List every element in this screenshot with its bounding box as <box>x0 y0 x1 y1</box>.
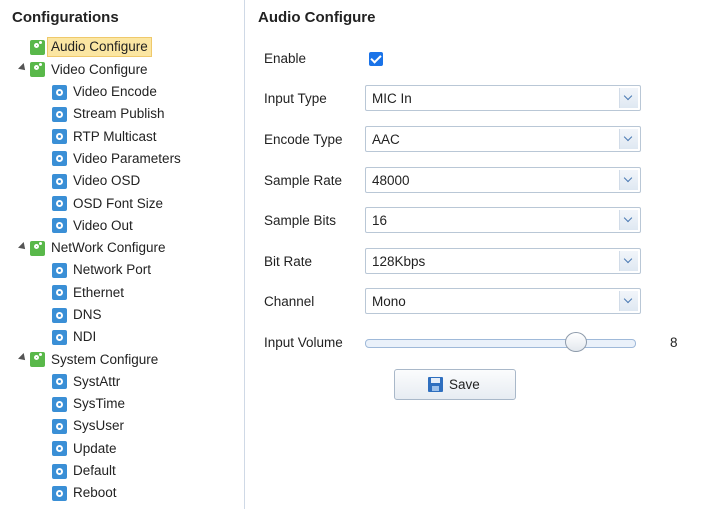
expand-toggle-icon[interactable] <box>18 241 28 252</box>
tree-item-stream-publish[interactable]: Stream Publish <box>0 103 244 125</box>
encode-type-label: Encode Type <box>264 132 343 147</box>
sample-rate-value: 48000 <box>372 173 410 188</box>
bit-rate-label: Bit Rate <box>264 254 313 269</box>
save-button[interactable]: Save <box>394 369 516 400</box>
sidebar-title: Configurations <box>12 9 119 26</box>
config-sidebar: Configurations Audio Configure Video Con… <box>0 0 245 509</box>
tree-item-system-configure[interactable]: System Configure <box>0 348 244 370</box>
input-volume-row: Input Volume 8 <box>264 329 704 357</box>
encode-type-value: AAC <box>372 132 400 147</box>
volume-slider-thumb[interactable] <box>565 332 587 352</box>
config-tree: Audio Configure Video Configure Video En… <box>0 36 244 504</box>
settings-gear-icon <box>52 285 67 301</box>
input-type-value: MIC In <box>372 91 412 106</box>
sample-bits-label: Sample Bits <box>264 213 337 228</box>
tree-item-systattr[interactable]: SystAttr <box>0 370 244 392</box>
save-label: Save <box>449 377 480 392</box>
chevron-down-icon[interactable] <box>619 210 638 230</box>
tree-item-video-out[interactable]: Video Out <box>0 214 244 236</box>
settings-gear-icon <box>52 84 67 100</box>
tree-item-default[interactable]: Default <box>0 460 244 482</box>
settings-gear-icon <box>52 396 67 412</box>
chevron-down-icon[interactable] <box>619 291 638 311</box>
enable-checkbox[interactable] <box>369 52 383 66</box>
input-type-select[interactable]: MIC In <box>365 85 641 111</box>
config-gear-icon <box>30 62 45 78</box>
tree-item-video-osd[interactable]: Video OSD <box>0 170 244 192</box>
settings-gear-icon <box>52 485 67 501</box>
save-disk-icon <box>428 377 443 392</box>
chevron-down-icon[interactable] <box>619 129 638 149</box>
encode-type-select[interactable]: AAC <box>365 126 641 152</box>
tree-item-video-configure[interactable]: Video Configure <box>0 58 244 80</box>
tree-item-network-configure[interactable]: NetWork Configure <box>0 237 244 259</box>
tree-item-video-parameters[interactable]: Video Parameters <box>0 147 244 169</box>
sample-bits-value: 16 <box>372 213 388 228</box>
tree-item-audio-configure[interactable]: Audio Configure <box>0 36 244 58</box>
settings-gear-icon <box>52 418 67 434</box>
config-gear-icon <box>30 39 45 55</box>
config-gear-icon <box>30 240 45 256</box>
page-title: Audio Configure <box>258 9 376 26</box>
tree-item-sysuser[interactable]: SysUser <box>0 415 244 437</box>
input-type-label: Input Type <box>264 91 327 106</box>
expand-toggle-icon[interactable] <box>18 63 28 74</box>
tree-item-reboot[interactable]: Reboot <box>0 482 244 504</box>
settings-gear-icon <box>52 129 67 145</box>
settings-gear-icon <box>52 329 67 345</box>
tree-item-osd-font-size[interactable]: OSD Font Size <box>0 192 244 214</box>
volume-slider-track[interactable] <box>365 339 636 348</box>
channel-value: Mono <box>372 294 406 309</box>
sample-bits-select[interactable]: 16 <box>365 207 641 233</box>
settings-gear-icon <box>52 441 67 457</box>
tree-item-update[interactable]: Update <box>0 437 244 459</box>
settings-gear-icon <box>52 307 67 323</box>
settings-gear-icon <box>52 151 67 167</box>
bit-rate-value: 128Kbps <box>372 254 426 269</box>
tree-item-rtp-multicast[interactable]: RTP Multicast <box>0 125 244 147</box>
channel-label: Channel <box>264 294 315 309</box>
expand-toggle-icon[interactable] <box>18 353 28 364</box>
tree-item-ethernet[interactable]: Ethernet <box>0 281 244 303</box>
volume-value: 8 <box>670 335 678 350</box>
bit-rate-select[interactable]: 128Kbps <box>365 248 641 274</box>
settings-gear-icon <box>52 173 67 189</box>
tree-item-network-port[interactable]: Network Port <box>0 259 244 281</box>
chevron-down-icon[interactable] <box>619 170 638 190</box>
config-gear-icon <box>30 352 45 368</box>
settings-gear-icon <box>52 218 67 234</box>
tree-item-dns[interactable]: DNS <box>0 304 244 326</box>
chevron-down-icon[interactable] <box>619 251 638 271</box>
settings-gear-icon <box>52 196 67 212</box>
tree-item-ndi[interactable]: NDI <box>0 326 244 348</box>
input-volume-label: Input Volume <box>264 335 343 350</box>
settings-gear-icon <box>52 374 67 390</box>
tree-item-video-encode[interactable]: Video Encode <box>0 81 244 103</box>
tree-item-systime[interactable]: SysTime <box>0 393 244 415</box>
settings-gear-icon <box>52 106 67 122</box>
sample-rate-select[interactable]: 48000 <box>365 167 641 193</box>
enable-label: Enable <box>264 51 307 66</box>
sample-rate-label: Sample Rate <box>264 173 343 188</box>
channel-select[interactable]: Mono <box>365 288 641 314</box>
settings-gear-icon <box>52 463 67 479</box>
audio-config-panel: Audio Configure Enable Input Type MIC In… <box>246 0 712 509</box>
settings-gear-icon <box>52 262 67 278</box>
chevron-down-icon[interactable] <box>619 88 638 108</box>
